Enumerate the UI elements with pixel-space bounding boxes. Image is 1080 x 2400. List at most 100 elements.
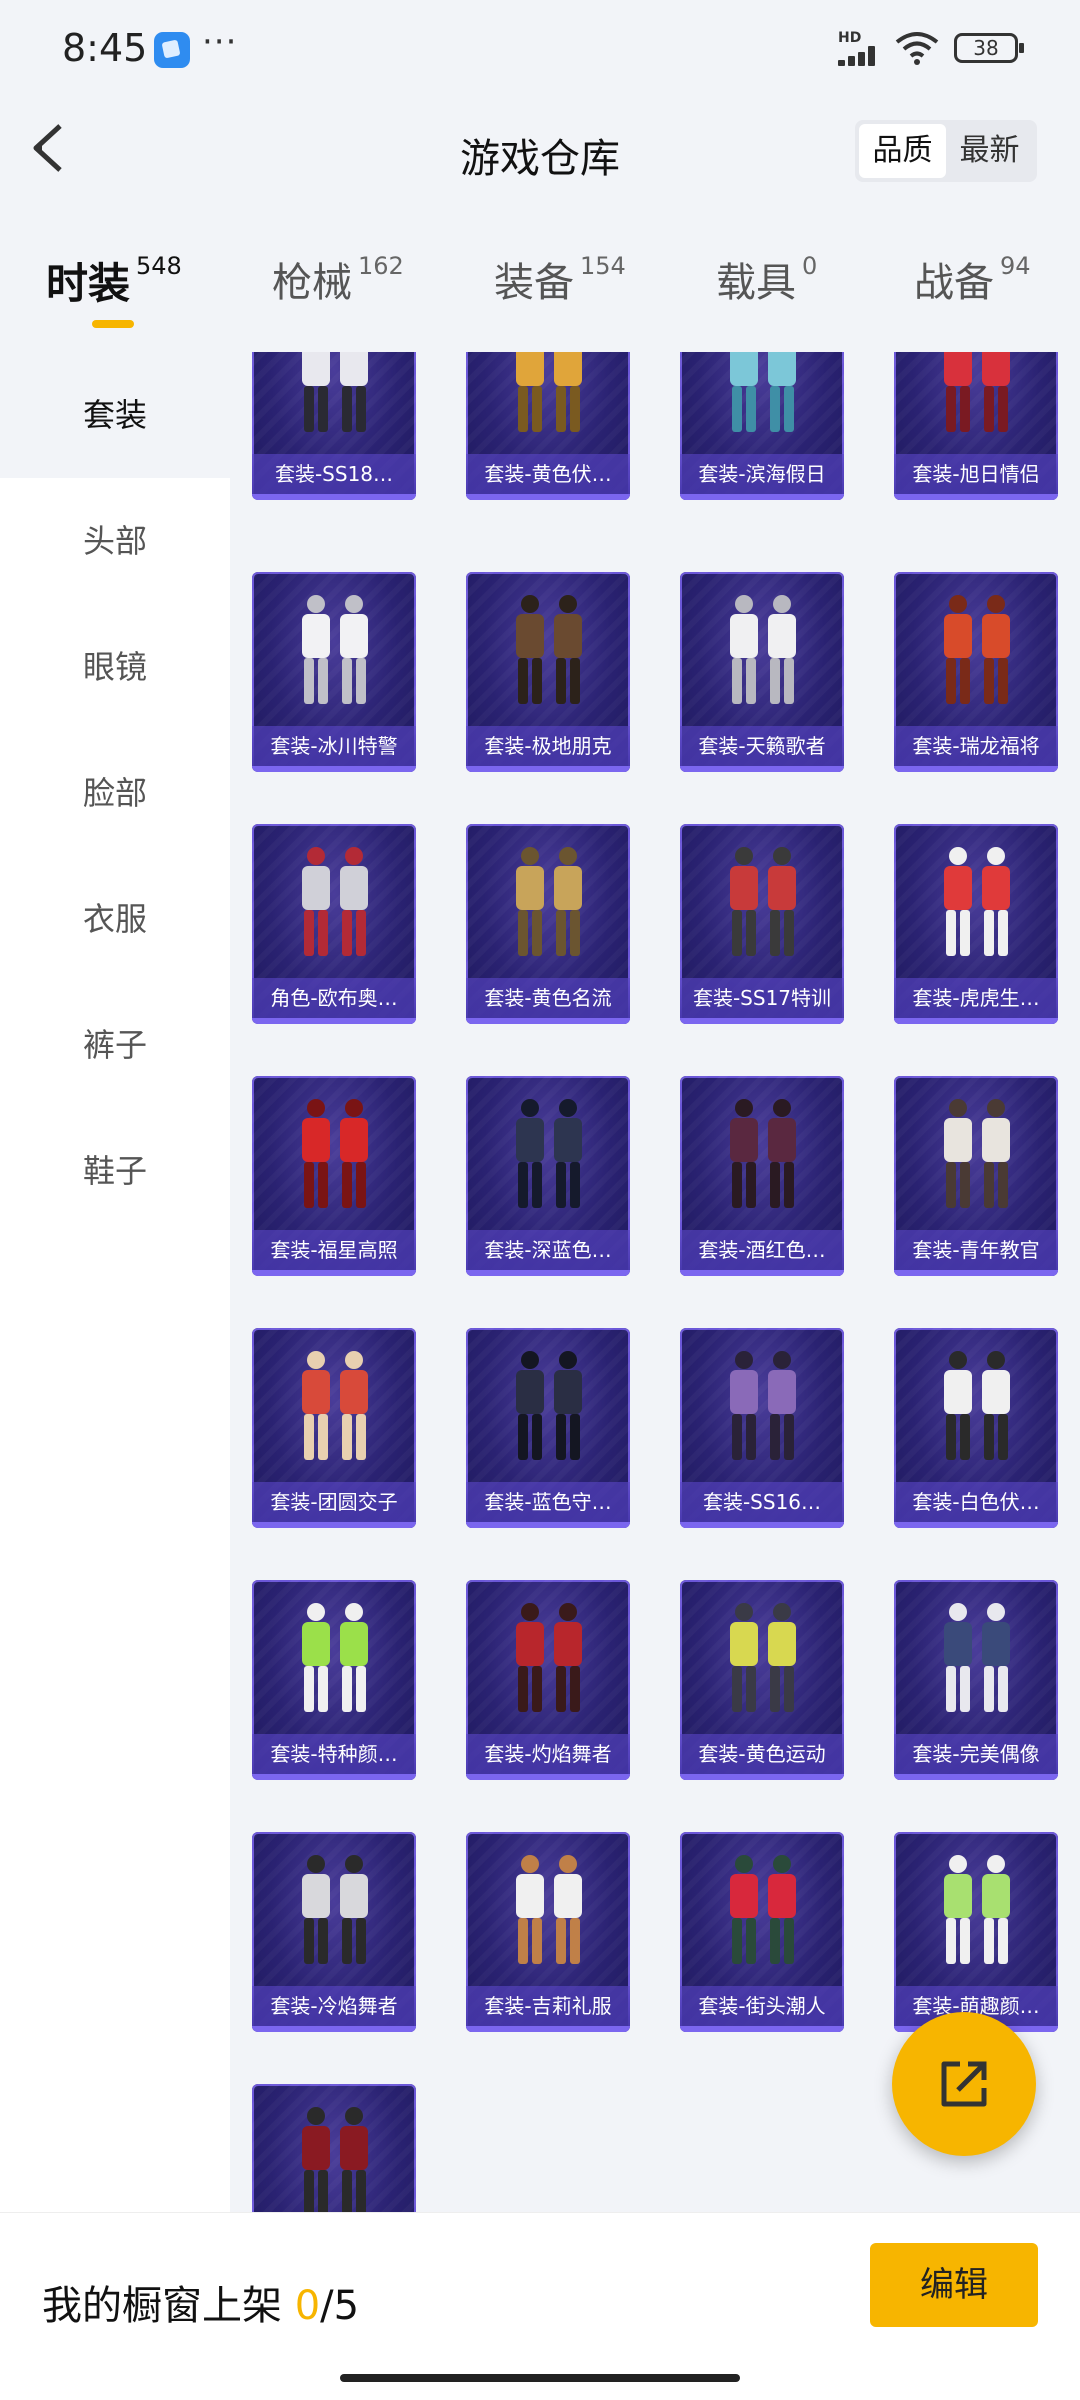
item-label: 套装-旭日情侣 <box>894 454 1058 494</box>
item-label: 套装-青年教官 <box>894 1230 1058 1270</box>
tab-guns[interactable]: 枪械 162 <box>272 250 404 308</box>
item-label: 套装-天籁歌者 <box>680 726 844 766</box>
rarity-bar <box>252 766 416 772</box>
item-card[interactable]: 套装-极地朋克 <box>466 572 630 772</box>
rarity-bar <box>252 494 416 500</box>
outfit-thumbnail-icon <box>516 1603 582 1712</box>
item-grid: 套装-SS18… 套装-黄色伏… 套装-滨海假日 套装-旭日情侣套装-冰川特警 套装-极… <box>230 352 1080 2212</box>
item-card[interactable]: 套装-特种颜… <box>252 1580 416 1780</box>
sidebar-item-clothes[interactable]: 衣服 <box>0 856 230 982</box>
item-label: 套装-SS18… <box>252 454 416 494</box>
outfit-thumbnail-icon <box>730 1855 796 1964</box>
tab-equipment[interactable]: 装备 154 <box>494 250 626 308</box>
status-time: 8:45 <box>62 26 148 70</box>
item-label: 套装-虎虎生… <box>894 978 1058 1018</box>
item-card[interactable]: 套装-黄色运动 <box>680 1580 844 1780</box>
rarity-bar <box>680 1018 844 1024</box>
tab-fashion[interactable]: 时装 548 <box>46 250 182 311</box>
item-card[interactable]: 套装-蓝色守… <box>466 1328 630 1528</box>
rarity-bar <box>894 1018 1058 1024</box>
item-label: 套装-黄色运动 <box>680 1734 844 1774</box>
outfit-thumbnail-icon <box>730 1099 796 1208</box>
item-card[interactable]: 套装-街头潮人 <box>680 1832 844 2032</box>
outfit-thumbnail-icon <box>516 595 582 704</box>
share-fab-button[interactable] <box>892 2012 1036 2156</box>
item-card[interactable]: 套装-滨海假日 <box>680 352 844 500</box>
tab-vehicles[interactable]: 载具 0 <box>716 250 817 308</box>
sort-latest-button[interactable]: 最新 <box>946 124 1033 178</box>
item-label: 套装-特种颜… <box>252 1734 416 1774</box>
sidebar-item-pants[interactable]: 裤子 <box>0 982 230 1108</box>
item-card[interactable]: 套装-深蓝色… <box>466 1076 630 1276</box>
item-card[interactable]: 套装-天籁歌者 <box>680 572 844 772</box>
item-card[interactable]: 套装-团圆交子 <box>252 1328 416 1528</box>
item-card[interactable]: 套装-虎虎生… <box>894 824 1058 1024</box>
item-card[interactable]: 套装-完美偶像 <box>894 1580 1058 1780</box>
item-card[interactable]: 套装-福星高照 <box>252 1076 416 1276</box>
tab-count: 162 <box>358 252 404 280</box>
status-bar: 8:45 ··· HD 38 <box>0 0 1080 96</box>
tab-label: 装备 <box>494 260 574 306</box>
sidebar-item-suits[interactable]: 套装 <box>0 352 230 478</box>
item-label: 套装-滨海假日 <box>680 454 844 494</box>
item-card[interactable]: 套装-黄色伏… <box>466 352 630 500</box>
item-card[interactable]: 套装-SS18… <box>252 352 416 500</box>
notification-app-icon <box>154 32 190 68</box>
item-label: 套装-完美偶像 <box>894 1734 1058 1774</box>
showcase-status: 我的橱窗上架 0/5 <box>42 2273 359 2331</box>
sidebar-item-face[interactable]: 脸部 <box>0 730 230 856</box>
outfit-thumbnail-icon <box>516 1351 582 1460</box>
outfit-thumbnail-icon <box>302 1099 368 1208</box>
tab-supplies[interactable]: 战备 94 <box>914 250 1031 308</box>
outfit-thumbnail-icon <box>302 1855 368 1964</box>
showcase-count: 0 <box>294 2283 321 2329</box>
rarity-bar <box>680 2026 844 2032</box>
item-card[interactable]: 套装-灼焰舞者 <box>466 1580 630 1780</box>
sort-quality-button[interactable]: 品质 <box>859 124 946 178</box>
item-card[interactable]: 套装-青年教官 <box>894 1076 1058 1276</box>
battery-icon: 38 <box>954 33 1024 63</box>
active-tab-indicator <box>92 320 134 328</box>
item-card[interactable]: 套装-白色伏… <box>894 1328 1058 1528</box>
item-label: 套装-瑞龙福将 <box>894 726 1058 766</box>
tab-label: 载具 <box>716 260 796 306</box>
rarity-bar <box>466 494 630 500</box>
showcase-total: /5 <box>320 2283 360 2329</box>
item-card[interactable]: 套装-吉莉礼服 <box>466 1832 630 2032</box>
tab-count: 548 <box>136 252 182 280</box>
item-card[interactable]: 角色-欧布奥… <box>252 824 416 1024</box>
item-label: 套装-团圆交子 <box>252 1482 416 1522</box>
tab-count: 94 <box>1000 252 1031 280</box>
tab-label: 枪械 <box>272 260 352 306</box>
rarity-bar <box>466 1270 630 1276</box>
item-card[interactable]: 套装-萌趣颜… <box>894 1832 1058 2032</box>
item-card[interactable]: 套装-酒红色… <box>680 1076 844 1276</box>
outfit-thumbnail-icon <box>302 352 368 432</box>
sidebar-item-glasses[interactable]: 眼镜 <box>0 604 230 730</box>
item-card[interactable]: 套装-SS17特训 <box>680 824 844 1024</box>
item-label: 套装-福星高照 <box>252 1230 416 1270</box>
edit-button[interactable]: 编辑 <box>870 2243 1038 2327</box>
item-label: 套装-SS17特训 <box>680 978 844 1018</box>
item-card[interactable]: 套装-冰川特警 <box>252 572 416 772</box>
item-card[interactable]: 套装-冷焰舞者 <box>252 1832 416 2032</box>
item-label: 套装-黄色伏… <box>466 454 630 494</box>
item-card[interactable]: 套装-SS16… <box>680 1328 844 1528</box>
rarity-bar <box>680 1774 844 1780</box>
outfit-thumbnail-icon <box>302 847 368 956</box>
item-card[interactable]: 套装-黄色名流 <box>466 824 630 1024</box>
sidebar-item-head[interactable]: 头部 <box>0 478 230 604</box>
outfit-thumbnail-icon <box>516 1855 582 1964</box>
category-tabs: 时装 548 枪械 162 装备 154 载具 0 战备 94 <box>0 250 1080 350</box>
header: 游戏仓库 品质 最新 <box>0 96 1080 206</box>
outfit-thumbnail-icon <box>944 847 1010 956</box>
item-label: 套装-黄色名流 <box>466 978 630 1018</box>
outfit-thumbnail-icon <box>730 352 796 432</box>
rarity-bar <box>252 1270 416 1276</box>
rarity-bar <box>894 1522 1058 1528</box>
item-card[interactable] <box>252 2084 416 2212</box>
item-card[interactable]: 套装-瑞龙福将 <box>894 572 1058 772</box>
item-card[interactable]: 套装-旭日情侣 <box>894 352 1058 500</box>
sidebar-item-shoes[interactable]: 鞋子 <box>0 1108 230 1234</box>
rarity-bar <box>894 1774 1058 1780</box>
